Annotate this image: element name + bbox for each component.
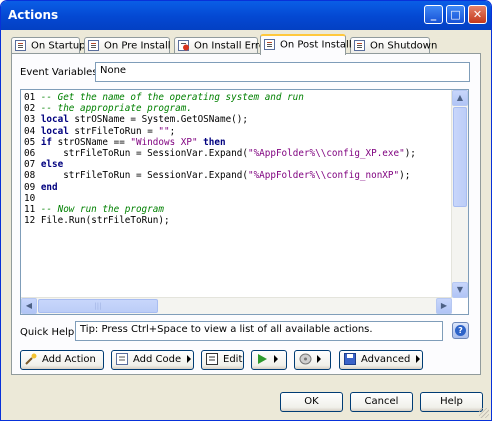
save-icon: [344, 353, 356, 365]
line-text: if strOSName == "Windows XP" then: [40, 136, 226, 148]
line-text: -- Now run the program: [35, 204, 164, 216]
resize-grip[interactable]: [479, 408, 489, 418]
dropdown-arrow-icon: [416, 355, 421, 363]
window-title: Actions: [8, 8, 59, 22]
actions-dialog: Actions _ □ ✕ On Startup On Pre Install …: [0, 0, 492, 421]
line-text: -- Get the name of the operating system …: [35, 92, 304, 103]
line-number: 06: [24, 148, 36, 160]
code-line[interactable]: 06 strFileToRun = SessionVar.Expand("%Ap…: [24, 148, 451, 159]
code-icon: [116, 353, 128, 365]
close-button[interactable]: ✕: [468, 5, 487, 24]
code-line[interactable]: 04 local strFileToRun = "";: [24, 126, 451, 137]
script-icon: [264, 39, 275, 50]
tab-on-startup[interactable]: On Startup: [11, 37, 86, 54]
script-icon: [15, 40, 26, 51]
line-number: 10: [24, 192, 36, 204]
edit-button[interactable]: Edit: [201, 350, 244, 370]
run-menu-button[interactable]: [251, 350, 287, 370]
script-editor[interactable]: 01 -- Get the name of the operating syst…: [20, 89, 469, 315]
line-text: File.Run(strFileToRun);: [40, 215, 170, 227]
event-variables-field[interactable]: None: [95, 62, 470, 82]
code-line[interactable]: 11 -- Now run the program: [24, 204, 451, 215]
code-line[interactable]: 10: [24, 193, 451, 204]
help-button[interactable]: Help: [420, 392, 483, 412]
tab-on-shutdown[interactable]: On Shutdown: [350, 37, 437, 54]
line-text: else: [40, 159, 64, 171]
line-text: strFileToRun = SessionVar.Expand("%AppFo…: [63, 148, 416, 160]
code-line[interactable]: 12 File.Run(strFileToRun);: [24, 215, 451, 226]
line-number: 08: [24, 170, 36, 182]
script-icon: [88, 40, 99, 51]
quick-help-button[interactable]: ?: [452, 322, 469, 339]
code-line[interactable]: 01 -- Get the name of the operating syst…: [24, 92, 451, 103]
tab-on-install-error[interactable]: On Install Error: [174, 37, 269, 54]
line-number: 02: [24, 103, 36, 115]
minimize-button[interactable]: _: [424, 5, 443, 24]
maximize-button[interactable]: □: [446, 5, 465, 24]
line-number: 05: [24, 136, 36, 148]
title-bar[interactable]: Actions _ □ ✕: [1, 1, 491, 30]
script-error-icon: [178, 40, 189, 51]
code-area[interactable]: 01 -- Get the name of the operating syst…: [24, 92, 451, 226]
script-icon: [354, 40, 365, 51]
scroll-left-button[interactable]: ◀: [21, 298, 37, 314]
line-number: 01: [24, 92, 36, 103]
horizontal-scrollbar[interactable]: ◀ ||| ▶: [21, 297, 452, 314]
line-number: 12: [24, 215, 36, 227]
line-text: end: [40, 181, 58, 193]
add-action-button[interactable]: Add Action: [20, 350, 104, 370]
scroll-up-button[interactable]: ▲: [452, 90, 468, 106]
ok-button[interactable]: OK: [280, 392, 343, 412]
tab-on-post-install[interactable]: On Post Install: [260, 34, 352, 55]
line-text: strFileToRun = SessionVar.Expand("%AppFo…: [63, 170, 411, 182]
dropdown-arrow-icon: [317, 355, 321, 363]
vertical-scroll-thumb[interactable]: [453, 107, 467, 207]
edit-icon: [206, 353, 218, 365]
line-number: 03: [24, 114, 36, 126]
dropdown-arrow-icon: [187, 355, 192, 363]
tools-menu-button[interactable]: [294, 350, 331, 370]
advanced-button[interactable]: Advanced: [339, 350, 423, 370]
line-text: [35, 193, 41, 204]
line-text: local strOSName = System.GetOSName();: [40, 114, 248, 126]
cancel-button[interactable]: Cancel: [350, 392, 413, 412]
quick-help-label: Quick Help:: [20, 327, 78, 338]
vertical-scrollbar[interactable]: ▲ ▼: [451, 90, 468, 298]
line-number: 04: [24, 125, 36, 137]
code-line[interactable]: 03 local strOSName = System.GetOSName();: [24, 114, 451, 125]
event-variables-label: Event Variables:: [20, 67, 101, 78]
code-line[interactable]: 09 end: [24, 182, 451, 193]
tab-panel: Event Variables: None 01 -- Get the name…: [11, 53, 481, 375]
line-number: 07: [24, 159, 36, 171]
line-number: 11: [24, 204, 36, 216]
line-text: local strFileToRun = "";: [40, 125, 176, 137]
dropdown-arrow-icon: [274, 355, 278, 363]
scroll-right-button[interactable]: ▶: [436, 298, 452, 314]
scroll-down-button[interactable]: ▼: [452, 282, 468, 298]
play-icon: [258, 354, 267, 364]
horizontal-scroll-thumb[interactable]: |||: [38, 299, 158, 313]
code-line[interactable]: 05 if strOSName == "Windows XP" then: [24, 137, 451, 148]
code-line[interactable]: 02 -- the appropriate program.: [24, 103, 451, 114]
help-icon: ?: [455, 325, 466, 336]
disk-icon: [299, 353, 312, 365]
add-action-icon: [25, 353, 37, 365]
line-text: -- the appropriate program.: [35, 103, 192, 115]
line-number: 09: [24, 181, 36, 193]
tab-on-pre-install[interactable]: On Pre Install: [84, 37, 171, 54]
code-line[interactable]: 08 strFileToRun = SessionVar.Expand("%Ap…: [24, 170, 451, 181]
code-line[interactable]: 07 else: [24, 159, 451, 170]
add-code-button[interactable]: Add Code: [111, 350, 194, 370]
quick-help-field: Tip: Press Ctrl+Space to view a list of …: [75, 321, 443, 341]
